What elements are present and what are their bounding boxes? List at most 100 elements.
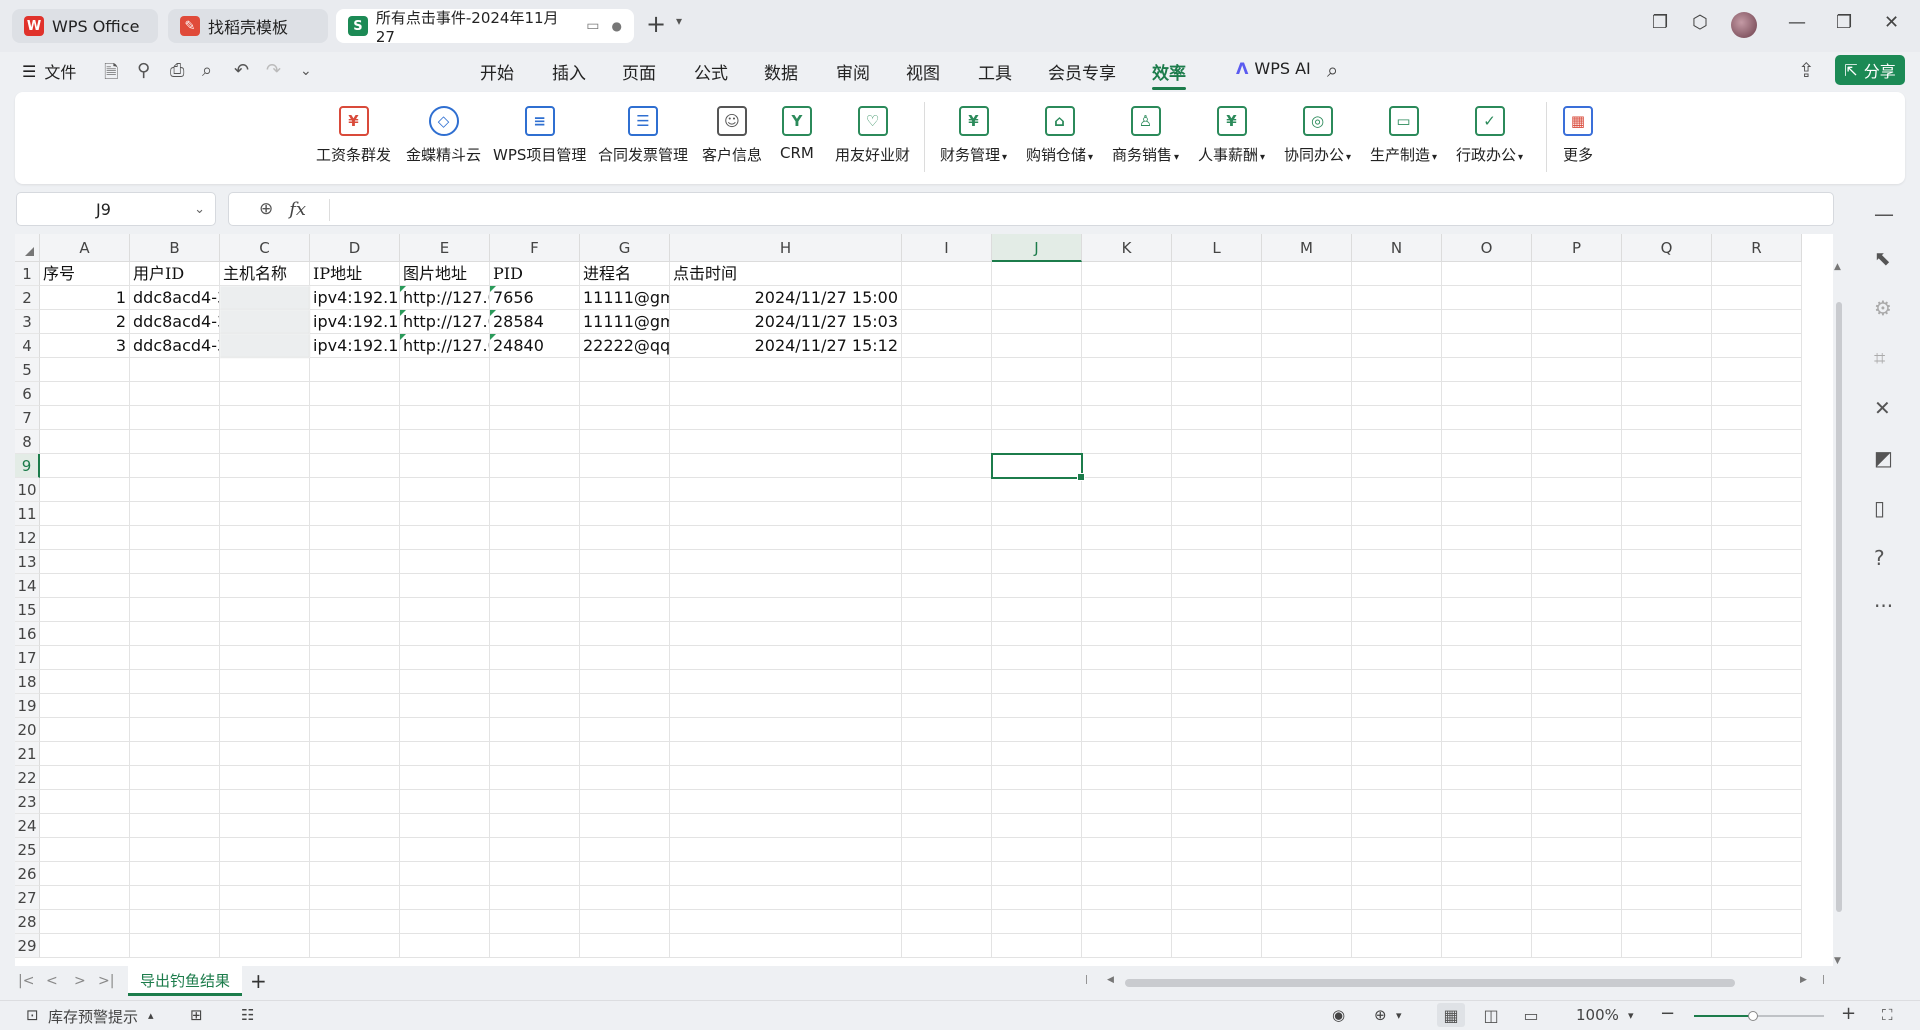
cell-B23[interactable] (130, 790, 220, 814)
cell-E13[interactable] (400, 550, 490, 574)
row-header[interactable]: 23 (15, 790, 40, 814)
cell-J11[interactable] (992, 502, 1082, 526)
formula-bar[interactable]: ⊕ fx (228, 192, 1834, 226)
cell-Q24[interactable] (1622, 814, 1712, 838)
cell-J23[interactable] (992, 790, 1082, 814)
row-header[interactable]: 15 (15, 598, 40, 622)
cell-A7[interactable] (40, 406, 130, 430)
redo-icon[interactable]: ↷ (266, 60, 281, 81)
cell-N25[interactable] (1352, 838, 1442, 862)
cell-B7[interactable] (130, 406, 220, 430)
cell-M29[interactable] (1262, 934, 1352, 958)
cell-A2[interactable]: 1 (40, 286, 130, 310)
cell-K21[interactable] (1082, 742, 1172, 766)
ribbon-customer[interactable]: ☺ 客户信息 (702, 102, 762, 165)
cell-F23[interactable] (490, 790, 580, 814)
cell-O2[interactable] (1442, 286, 1532, 310)
cell-K4[interactable] (1082, 334, 1172, 358)
cell-M11[interactable] (1262, 502, 1352, 526)
cell-R8[interactable] (1712, 430, 1802, 454)
cell-J6[interactable] (992, 382, 1082, 406)
cell-B18[interactable] (130, 670, 220, 694)
row-header[interactable]: 12 (15, 526, 40, 550)
cell-L14[interactable] (1172, 574, 1262, 598)
cell-E8[interactable] (400, 430, 490, 454)
cell-C17[interactable] (220, 646, 310, 670)
cell-C14[interactable] (220, 574, 310, 598)
tab-view[interactable]: 视图 (906, 59, 940, 84)
cell-F27[interactable] (490, 886, 580, 910)
column-header[interactable]: A (40, 234, 130, 262)
cell-J29[interactable] (992, 934, 1082, 958)
cell-A10[interactable] (40, 478, 130, 502)
cell-I6[interactable] (902, 382, 992, 406)
cell-O13[interactable] (1442, 550, 1532, 574)
cell-G4[interactable]: 22222@qq.c (580, 334, 670, 358)
cell-L29[interactable] (1172, 934, 1262, 958)
cell-N22[interactable] (1352, 766, 1442, 790)
cell-B4[interactable]: ddc8acd4-3 (130, 334, 220, 358)
cell-H23[interactable] (670, 790, 902, 814)
cell-F12[interactable] (490, 526, 580, 550)
cell-O11[interactable] (1442, 502, 1532, 526)
cell-L25[interactable] (1172, 838, 1262, 862)
cell-G2[interactable]: 11111@gma (580, 286, 670, 310)
next-sheet-icon[interactable]: > (74, 973, 86, 989)
cell-J7[interactable] (992, 406, 1082, 430)
column-header[interactable]: F (490, 234, 580, 262)
cell-C3[interactable] (220, 310, 310, 334)
cell-J10[interactable] (992, 478, 1082, 502)
cell-P3[interactable] (1532, 310, 1622, 334)
cell-P26[interactable] (1532, 862, 1622, 886)
file-menu[interactable]: ☰ 文件 (22, 59, 76, 83)
row-header[interactable]: 24 (15, 814, 40, 838)
normal-view-button[interactable]: ▦ (1437, 1003, 1465, 1027)
cell-L9[interactable] (1172, 454, 1262, 478)
cell-I15[interactable] (902, 598, 992, 622)
column-header[interactable]: E (400, 234, 490, 262)
cell-I4[interactable] (902, 334, 992, 358)
cell-Q2[interactable] (1622, 286, 1712, 310)
cell-O22[interactable] (1442, 766, 1532, 790)
cell-O17[interactable] (1442, 646, 1532, 670)
vertical-scrollbar[interactable]: ▲ ▼ (1833, 262, 1845, 966)
cell-A24[interactable] (40, 814, 130, 838)
chart-tool-icon[interactable]: ◩ (1874, 446, 1893, 470)
cell-K8[interactable] (1082, 430, 1172, 454)
cell-E22[interactable] (400, 766, 490, 790)
row-header[interactable]: 22 (15, 766, 40, 790)
column-header[interactable]: M (1262, 234, 1352, 262)
print-icon[interactable]: ⎙ (170, 60, 184, 81)
cell-O19[interactable] (1442, 694, 1532, 718)
cell-B1[interactable]: 用户ID (130, 262, 220, 286)
cell-J18[interactable] (992, 670, 1082, 694)
tab-insert[interactable]: 插入 (552, 59, 586, 84)
horizontal-scrollbar[interactable] (1125, 979, 1735, 987)
cell-O12[interactable] (1442, 526, 1532, 550)
cell-N28[interactable] (1352, 910, 1442, 934)
cell-L3[interactable] (1172, 310, 1262, 334)
cell-E3[interactable]: http://127.0 (400, 310, 490, 334)
cell-O8[interactable] (1442, 430, 1532, 454)
cell-F6[interactable] (490, 382, 580, 406)
cell-D25[interactable] (310, 838, 400, 862)
cell-O9[interactable] (1442, 454, 1532, 478)
scroll-right-icon[interactable]: ▶ (1800, 975, 1807, 985)
row-header[interactable]: 25 (15, 838, 40, 862)
row-header[interactable]: 20 (15, 718, 40, 742)
cell-K24[interactable] (1082, 814, 1172, 838)
cell-L18[interactable] (1172, 670, 1262, 694)
ribbon-admin[interactable]: ✓ 行政办公 ▾ (1456, 102, 1523, 165)
prev-sheet-icon[interactable]: < (46, 973, 58, 989)
cell-E1[interactable]: 图片地址 (400, 262, 490, 286)
cell-L27[interactable] (1172, 886, 1262, 910)
cell-B29[interactable] (130, 934, 220, 958)
ribbon-crm[interactable]: Y CRM (780, 102, 814, 162)
cell-A8[interactable] (40, 430, 130, 454)
cell-K9[interactable] (1082, 454, 1172, 478)
cell-J4[interactable] (992, 334, 1082, 358)
cell-E12[interactable] (400, 526, 490, 550)
cell-F13[interactable] (490, 550, 580, 574)
cell-M3[interactable] (1262, 310, 1352, 334)
cell-D18[interactable] (310, 670, 400, 694)
